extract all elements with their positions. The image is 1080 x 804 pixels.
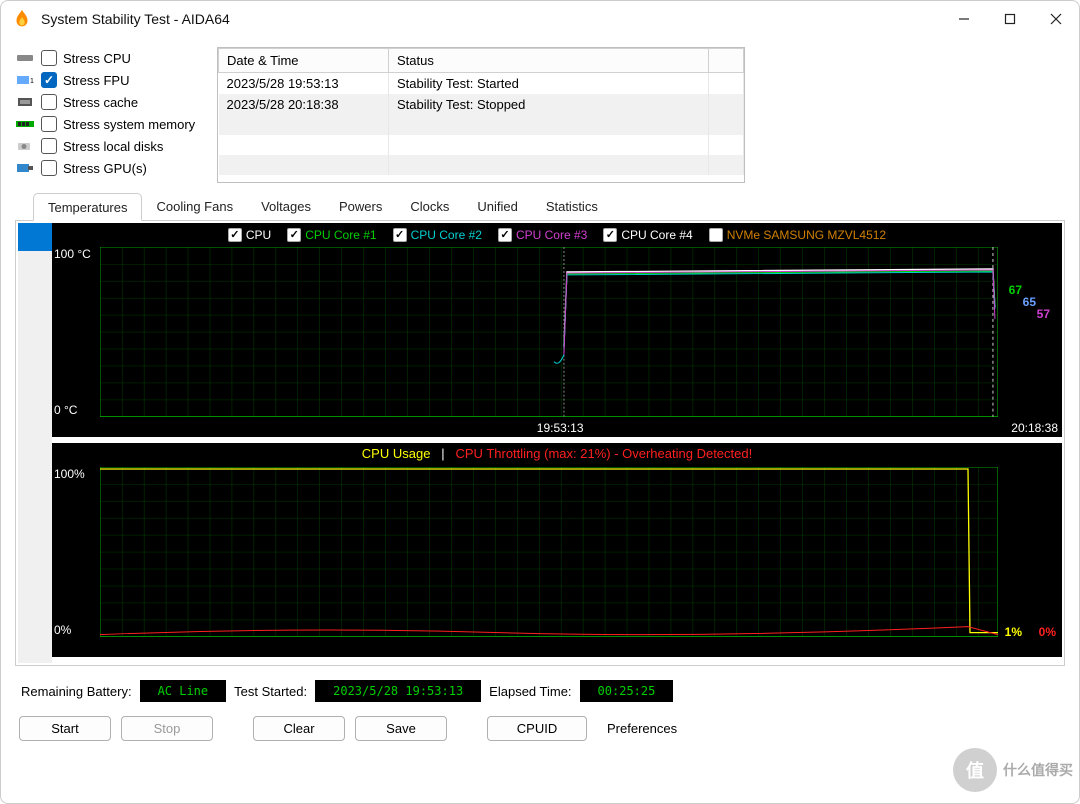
x-axis-end: 20:18:38 bbox=[1011, 421, 1058, 435]
chart-legend: CPU CPU Core #1 CPU Core #2 CPU Core #3 CPU … bbox=[52, 223, 1062, 247]
legend-item[interactable]: NVMe SAMSUNG MZVL4512 bbox=[709, 228, 886, 242]
stress-label: Stress FPU bbox=[63, 73, 129, 88]
legend-checkbox[interactable] bbox=[498, 228, 512, 242]
stress-option: 123 Stress FPU bbox=[15, 69, 205, 91]
watermark: 值什么值得买 bbox=[953, 743, 1073, 797]
legend-item[interactable]: CPU Core #3 bbox=[498, 228, 587, 242]
battery-value: AC Line bbox=[140, 680, 227, 702]
save-button[interactable]: Save bbox=[355, 716, 447, 741]
stress-options: Stress CPU 123 Stress FPU Stress cache St… bbox=[15, 47, 205, 183]
x-axis-start: 19:53:13 bbox=[537, 421, 584, 435]
tab-powers[interactable]: Powers bbox=[325, 193, 396, 220]
hardware-icon: 123 bbox=[15, 73, 35, 87]
status-bar: Remaining Battery: AC Line Test Started:… bbox=[15, 666, 1065, 710]
legend-checkbox[interactable] bbox=[228, 228, 242, 242]
hardware-icon bbox=[15, 161, 35, 175]
legend-checkbox[interactable] bbox=[709, 228, 723, 242]
battery-label: Remaining Battery: bbox=[21, 684, 132, 699]
legend-item[interactable]: CPU bbox=[228, 228, 271, 242]
y-axis-top: 100 °C bbox=[54, 247, 91, 261]
preferences-button[interactable]: Preferences bbox=[597, 717, 687, 740]
hardware-icon bbox=[15, 117, 35, 131]
stress-label: Stress local disks bbox=[63, 139, 163, 154]
stress-checkbox[interactable] bbox=[41, 160, 57, 176]
elapsed-value: 00:25:25 bbox=[580, 680, 674, 702]
usage-plot bbox=[100, 467, 998, 637]
temp-value: 67 bbox=[1009, 283, 1022, 297]
usage-chart: CPU Usage | CPU Throttling (max: 21%) - … bbox=[52, 443, 1062, 657]
hardware-icon bbox=[15, 95, 35, 109]
elapsed-label: Elapsed Time: bbox=[489, 684, 571, 699]
clear-button[interactable]: Clear bbox=[253, 716, 345, 741]
stress-option: Stress local disks bbox=[15, 135, 205, 157]
window-title: System Stability Test - AIDA64 bbox=[41, 11, 941, 27]
stress-option: Stress GPU(s) bbox=[15, 157, 205, 179]
cpuid-button[interactable]: CPUID bbox=[487, 716, 587, 741]
started-label: Test Started: bbox=[234, 684, 307, 699]
start-button[interactable]: Start bbox=[19, 716, 111, 741]
event-log-table: Date & Time Status 2023/5/28 19:53:13Sta… bbox=[217, 47, 745, 183]
stress-option: Stress cache bbox=[15, 91, 205, 113]
tab-clocks[interactable]: Clocks bbox=[396, 193, 463, 220]
throttle-value: 0% bbox=[1039, 625, 1056, 639]
stress-checkbox[interactable] bbox=[41, 116, 57, 132]
temp-value: 57 bbox=[1037, 307, 1050, 321]
title-bar: System Stability Test - AIDA64 bbox=[1, 1, 1079, 37]
temperature-chart: CPU CPU Core #1 CPU Core #2 CPU Core #3 CPU … bbox=[52, 223, 1062, 437]
close-button[interactable] bbox=[1033, 1, 1079, 37]
legend-checkbox[interactable] bbox=[393, 228, 407, 242]
stress-option: Stress system memory bbox=[15, 113, 205, 135]
stress-label: Stress CPU bbox=[63, 51, 131, 66]
tab-cooling-fans[interactable]: Cooling Fans bbox=[142, 193, 247, 220]
y-axis-top: 100% bbox=[54, 467, 85, 481]
log-header-datetime[interactable]: Date & Time bbox=[219, 49, 389, 73]
stress-label: Stress system memory bbox=[63, 117, 195, 132]
legend-item[interactable]: CPU Core #2 bbox=[393, 228, 482, 242]
log-row[interactable]: 2023/5/28 20:18:38Stability Test: Stoppe… bbox=[219, 94, 744, 115]
button-bar: Start Stop Clear Save CPUID Preferences bbox=[15, 710, 1065, 747]
hardware-icon bbox=[15, 139, 35, 153]
log-header-status[interactable]: Status bbox=[389, 49, 709, 73]
legend-checkbox[interactable] bbox=[287, 228, 301, 242]
legend-checkbox[interactable] bbox=[603, 228, 617, 242]
app-icon bbox=[11, 8, 33, 30]
tab-statistics[interactable]: Statistics bbox=[532, 193, 612, 220]
stress-checkbox[interactable] bbox=[41, 138, 57, 154]
started-value: 2023/5/28 19:53:13 bbox=[315, 680, 481, 702]
minimize-button[interactable] bbox=[941, 1, 987, 37]
log-row[interactable]: 2023/5/28 19:53:13Stability Test: Starte… bbox=[219, 73, 744, 95]
stress-checkbox[interactable] bbox=[41, 50, 57, 66]
maximize-button[interactable] bbox=[987, 1, 1033, 37]
legend-item[interactable]: CPU Core #1 bbox=[287, 228, 376, 242]
stress-label: Stress GPU(s) bbox=[63, 161, 147, 176]
usage-value: 1% bbox=[1005, 625, 1022, 639]
tab-bar: TemperaturesCooling FansVoltagesPowersCl… bbox=[15, 193, 1065, 221]
legend-item[interactable]: CPU Core #4 bbox=[603, 228, 692, 242]
hardware-icon bbox=[15, 51, 35, 65]
tab-voltages[interactable]: Voltages bbox=[247, 193, 325, 220]
stress-checkbox[interactable] bbox=[41, 94, 57, 110]
temperature-plot bbox=[100, 247, 998, 417]
stress-label: Stress cache bbox=[63, 95, 138, 110]
tab-unified[interactable]: Unified bbox=[463, 193, 531, 220]
tab-temperatures[interactable]: Temperatures bbox=[33, 193, 142, 221]
usage-chart-title: CPU Usage | CPU Throttling (max: 21%) - … bbox=[52, 446, 1062, 461]
y-axis-bottom: 0% bbox=[54, 623, 71, 637]
stop-button: Stop bbox=[121, 716, 213, 741]
y-axis-bottom: 0 °C bbox=[54, 403, 77, 417]
temp-value: 65 bbox=[1023, 295, 1036, 309]
sensor-list-strip[interactable] bbox=[18, 223, 52, 663]
stress-checkbox[interactable] bbox=[41, 72, 57, 88]
svg-text:123: 123 bbox=[30, 78, 34, 85]
stress-option: Stress CPU bbox=[15, 47, 205, 69]
